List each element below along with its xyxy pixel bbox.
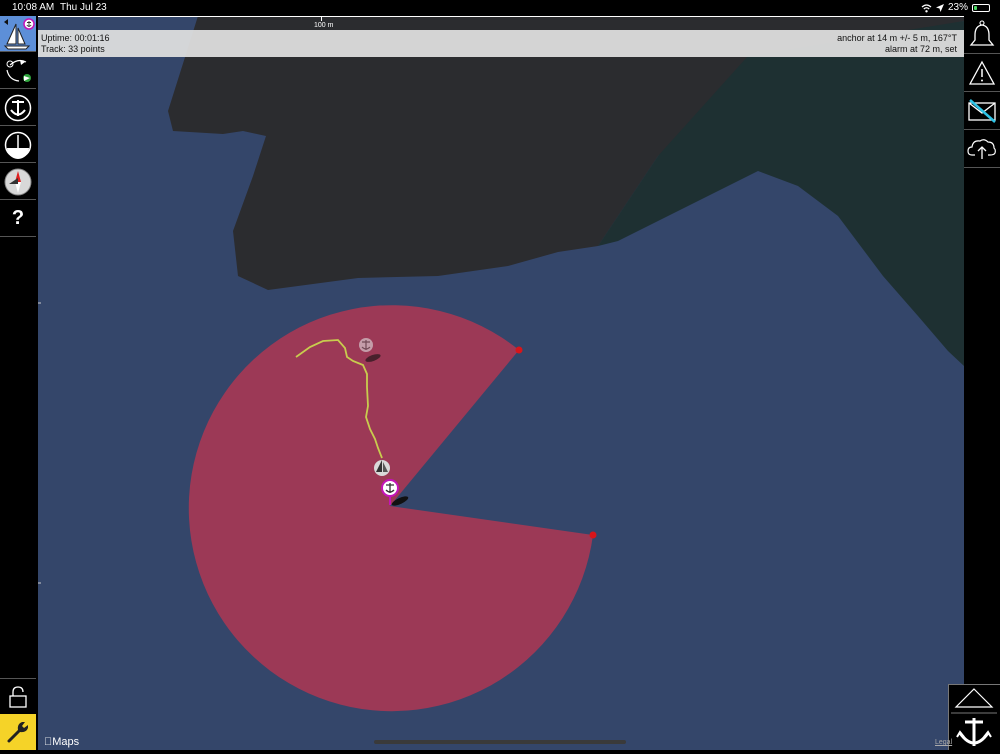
warning-button[interactable] bbox=[964, 54, 1000, 92]
battery-percent: 23% bbox=[947, 2, 968, 13]
status-time: 10:08 AM bbox=[12, 2, 55, 13]
home-indicator[interactable] bbox=[374, 740, 626, 744]
map-scale-bar: 100 m bbox=[38, 16, 964, 30]
location-arrow-icon bbox=[935, 4, 944, 12]
alarm-bell-button[interactable] bbox=[964, 16, 1000, 54]
tide-depth-button[interactable] bbox=[0, 127, 36, 163]
right-toolbar bbox=[964, 16, 1000, 750]
battery-icon bbox=[972, 4, 990, 12]
legal-link[interactable]: Legal bbox=[935, 739, 952, 746]
wifi-icon bbox=[921, 3, 932, 12]
cloud-upload-icon bbox=[967, 138, 996, 159]
anchor-icon bbox=[4, 94, 32, 121]
envelope-disabled-icon bbox=[968, 98, 996, 123]
anchor-large-icon bbox=[956, 718, 992, 746]
cloud-upload-button[interactable] bbox=[964, 130, 1000, 168]
warning-icon bbox=[968, 60, 996, 85]
drop-anchor-button[interactable] bbox=[0, 90, 36, 126]
messaging-disabled-button[interactable] bbox=[964, 92, 1000, 130]
map-canvas bbox=[38, 16, 964, 712]
alarm-info-text: alarm at 72 m, set bbox=[884, 44, 957, 54]
map-view[interactable] bbox=[38, 16, 964, 750]
settings-button[interactable] bbox=[0, 714, 36, 750]
compass-button[interactable] bbox=[0, 164, 36, 200]
anchor-watch-controls bbox=[951, 688, 997, 746]
anchor-watch-panel bbox=[948, 684, 1000, 750]
bell-icon bbox=[969, 19, 995, 46]
battery-fill bbox=[974, 6, 977, 10]
unlock-icon bbox=[9, 685, 27, 708]
alarm-zone-edge-marker bbox=[589, 531, 597, 539]
anchor-info-text: anchor at 14 m +/- 5 m, 167°T bbox=[837, 33, 957, 43]
status-date: Thu Jul 23 bbox=[60, 2, 107, 13]
status-bar: 10:08 AM Thu Jul 23 23% bbox=[0, 0, 1000, 16]
wrench-icon bbox=[7, 722, 28, 743]
alarm-zone-edge-marker bbox=[515, 346, 523, 354]
route-icon bbox=[6, 59, 31, 82]
sailboat-icon bbox=[3, 17, 35, 49]
maps-attribution-text: Maps bbox=[44, 736, 79, 748]
track-route-button[interactable] bbox=[0, 53, 36, 89]
boat-marker bbox=[374, 460, 390, 476]
uptime-text: Uptime: 00:01:16 bbox=[41, 33, 110, 43]
expand-triangle-icon bbox=[954, 688, 994, 708]
left-toolbar: ? bbox=[0, 16, 38, 750]
compass-icon bbox=[4, 168, 32, 195]
scale-label: 100 m bbox=[314, 22, 334, 29]
info-bar: Uptime: 00:01:16 Track: 33 points anchor… bbox=[38, 30, 964, 57]
depth-gauge-icon bbox=[4, 131, 32, 159]
track-count-text: Track: 33 points bbox=[41, 44, 105, 54]
help-button[interactable]: ? bbox=[0, 201, 36, 237]
lock-button[interactable] bbox=[0, 678, 36, 714]
boat-anchor-mode-button[interactable] bbox=[0, 16, 36, 52]
alarm-zone bbox=[188, 305, 593, 712]
apple-maps-attribution: Maps bbox=[44, 736, 79, 748]
apple-logo-icon:  bbox=[44, 736, 52, 748]
